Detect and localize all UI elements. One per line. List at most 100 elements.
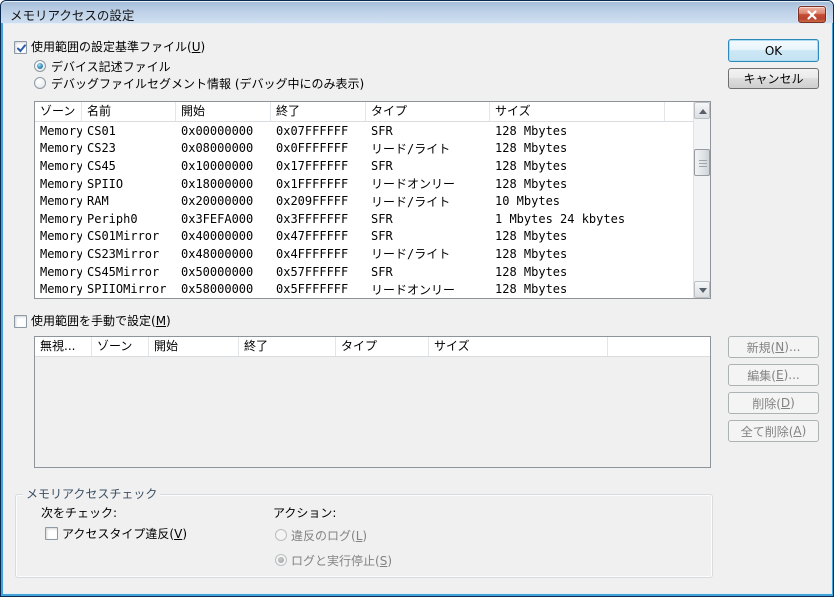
table-cell: リードオンリー (366, 175, 490, 192)
table-cell: 0x5FFFFFFF (271, 282, 366, 296)
column-header-zone[interactable]: ゾーン (35, 102, 82, 121)
edit-button[interactable]: 編集(E)... (728, 364, 819, 386)
scrollbar-thumb[interactable] (694, 149, 710, 176)
table-cell: 0x4FFFFFFF (271, 247, 366, 261)
table-cell: SPIIO (82, 177, 176, 191)
column-header-size[interactable]: サイズ (490, 102, 665, 121)
table-cell: 0x48000000 (176, 247, 271, 261)
vertical-scrollbar[interactable] (693, 102, 710, 298)
table-cell: 0x58000000 (176, 282, 271, 296)
manual-table-header: 無視... ゾーン 開始 終了 タイプ サイズ (35, 337, 710, 357)
window-title: メモリアクセスの設定 (10, 5, 134, 24)
column-header-type[interactable]: タイプ (366, 102, 490, 121)
table-cell: Memory (35, 282, 82, 296)
column-header-name[interactable]: 名前 (82, 102, 176, 121)
table-cell: RAM (82, 194, 176, 208)
delete-all-button[interactable]: 全て削除(A) (728, 420, 819, 442)
memory-table-header: ゾーン 名前 開始 終了 タイプ サイズ (35, 102, 710, 122)
group-label: メモリアクセスチェック (23, 488, 160, 501)
table-cell: 0x1FFFFFFF (271, 177, 366, 191)
cancel-button[interactable]: キャンセル (728, 68, 819, 89)
table-cell: 0x3FEFA000 (176, 212, 271, 226)
use-range-file-label: 使用範囲の設定基準ファイル(U) (31, 41, 205, 54)
table-cell: 128 Mbytes (490, 265, 665, 279)
table-row[interactable]: MemoryCS45Mirror0x500000000x57FFFFFFSFR1… (35, 263, 693, 281)
table-cell: 1 Mbytes 24 kbytes (490, 212, 665, 226)
table-row[interactable]: MemoryCS450x100000000x17FFFFFFSFR128 Mby… (35, 157, 693, 175)
table-row[interactable]: MemoryRAM0x200000000x209FFFFFリード/ライト10 M… (35, 192, 693, 210)
table-cell: Memory (35, 177, 82, 191)
manual-range-checkbox[interactable] (14, 315, 27, 328)
use-range-file-checkbox[interactable] (14, 41, 27, 54)
table-cell: Memory (35, 159, 82, 173)
table-cell: リード/ライト (366, 140, 490, 157)
table-cell: 128 Mbytes (490, 177, 665, 191)
table-cell: 0x0FFFFFFF (271, 141, 366, 155)
column-header-end[interactable]: 終了 (271, 102, 366, 121)
column-header-start[interactable]: 開始 (149, 337, 239, 356)
delete-button[interactable]: 削除(D) (728, 392, 819, 414)
debug-segment-label: デバッグファイルセグメント情報 (デバッグ中にのみ表示) (51, 78, 364, 91)
table-row[interactable]: MemoryPeriph00x3FEFA0000x3FFFFFFFSFR1 Mb… (35, 210, 693, 228)
table-cell: Memory (35, 194, 82, 208)
table-cell: Memory (35, 124, 82, 138)
table-row[interactable]: MemoryCS23Mirror0x480000000x4FFFFFFFリード/… (35, 245, 693, 263)
column-header-end[interactable]: 終了 (239, 337, 336, 356)
scroll-up-button[interactable] (694, 102, 710, 119)
table-cell: 0x209FFFFF (271, 194, 366, 208)
access-type-violation-checkbox[interactable] (45, 527, 58, 540)
column-header-type[interactable]: タイプ (336, 337, 429, 356)
scroll-down-icon (699, 288, 707, 293)
column-header-size[interactable]: サイズ (429, 337, 608, 356)
table-cell: Memory (35, 229, 82, 243)
table-cell: 0x57FFFFFF (271, 265, 366, 279)
column-header-zone[interactable]: ゾーン (92, 337, 149, 356)
access-type-violation-label: アクセスタイプ違反(V) (62, 528, 187, 541)
table-cell: 0x07FFFFFF (271, 124, 366, 138)
log-and-stop-radio[interactable] (275, 554, 287, 566)
table-cell: CS45 (82, 159, 176, 173)
table-cell: 0x20000000 (176, 194, 271, 208)
table-cell: Memory (35, 265, 82, 279)
table-cell: 0x40000000 (176, 229, 271, 243)
table-cell: Periph0 (82, 212, 176, 226)
manual-ranges-table: 無視... ゾーン 開始 終了 タイプ サイズ (34, 336, 711, 468)
table-row[interactable]: MemorySPIIO0x180000000x1FFFFFFFリードオンリー12… (35, 175, 693, 193)
table-cell: SFR (366, 265, 490, 279)
thumb-grip-icon (699, 160, 707, 167)
check-icon (15, 42, 28, 55)
debug-segment-radio[interactable] (34, 77, 46, 89)
scroll-down-button[interactable] (694, 281, 710, 298)
column-header-start[interactable]: 開始 (176, 102, 271, 121)
log-violation-radio[interactable] (275, 529, 287, 541)
table-cell: SFR (366, 124, 490, 138)
table-cell: SFR (366, 229, 490, 243)
table-cell: SFR (366, 159, 490, 173)
table-cell: 128 Mbytes (490, 124, 665, 138)
title-bar[interactable]: メモリアクセスの設定 (1, 1, 833, 23)
table-cell: 0x10000000 (176, 159, 271, 173)
table-row[interactable]: MemoryCS01Mirror0x400000000x47FFFFFFSFR1… (35, 228, 693, 246)
column-header-ignore[interactable]: 無視... (35, 337, 92, 356)
table-cell: Memory (35, 141, 82, 155)
log-and-stop-label: ログと実行停止(S) (291, 555, 392, 568)
table-cell: CS23Mirror (82, 247, 176, 261)
device-description-radio[interactable] (34, 60, 46, 72)
table-row[interactable]: MemorySPIIOMirror0x580000000x5FFFFFFFリード… (35, 280, 693, 298)
table-cell: 0x17FFFFFF (271, 159, 366, 173)
ok-button[interactable]: OK (728, 39, 819, 62)
table-cell: 128 Mbytes (490, 229, 665, 243)
table-cell: 0x00000000 (176, 124, 271, 138)
memory-access-settings-dialog: メモリアクセスの設定 使用範囲の設定基準ファイル(U) デバイス記述ファイル デ… (0, 0, 834, 597)
table-cell: CS23 (82, 141, 176, 155)
table-cell: CS45Mirror (82, 265, 176, 279)
table-row[interactable]: MemoryCS010x000000000x07FFFFFFSFR128 Mby… (35, 122, 693, 140)
new-button[interactable]: 新規(N)... (728, 336, 819, 358)
table-cell: CS01 (82, 124, 176, 138)
manual-range-label: 使用範囲を手動で設定(M) (31, 315, 171, 328)
table-cell: Memory (35, 212, 82, 226)
table-cell: リードオンリー (366, 281, 490, 298)
scroll-up-icon (699, 109, 707, 114)
table-row[interactable]: MemoryCS230x080000000x0FFFFFFFリード/ライト128… (35, 140, 693, 158)
close-button[interactable] (798, 6, 826, 23)
